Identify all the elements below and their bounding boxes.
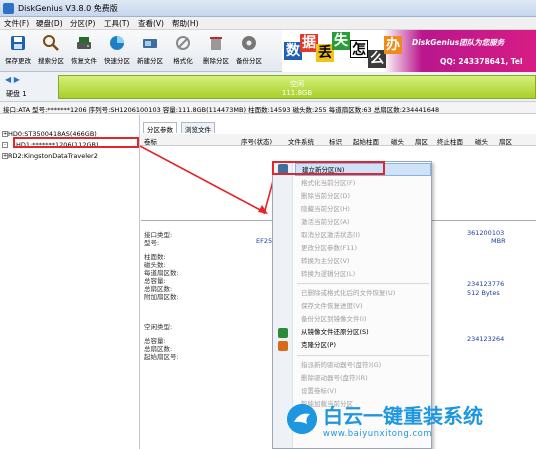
menu-item-deactivate[interactable]: 取消分区激活状态(I) bbox=[295, 229, 431, 242]
menu-item-restore-image[interactable]: 从镜像文件还原分区(S) bbox=[295, 326, 431, 339]
menu-item-label: 已删除或格式化后的文件恢复(U) bbox=[301, 289, 396, 297]
menu-item-hide[interactable]: 隐藏当前分区(H) bbox=[295, 203, 431, 216]
watermark-title: 白云一键重装系统 bbox=[323, 404, 483, 428]
restore-icon bbox=[278, 328, 288, 338]
annotation-arrow-line bbox=[139, 145, 265, 213]
menu-item-delete[interactable]: 删除当前分区(D) bbox=[295, 190, 431, 203]
site-watermark: 白云一键重装系统 www.baiyunxitong.com bbox=[283, 398, 536, 449]
menu-item-label: 保存文件恢复进度(V) bbox=[301, 302, 363, 310]
menu-item-label: 隐藏当前分区(H) bbox=[301, 205, 350, 213]
menu-item-label: 备份分区到镜像文件(I) bbox=[301, 315, 367, 323]
menu-separator bbox=[297, 355, 429, 356]
menu-item-label: 删除当前分区(D) bbox=[301, 192, 351, 200]
menu-item-activate[interactable]: 激活当前分区(A) bbox=[295, 216, 431, 229]
menu-item-label: 格式化当前分区(F) bbox=[301, 179, 356, 187]
menu-item-label: 转换为逻辑分区(L) bbox=[301, 270, 356, 278]
menu-item-backup-image[interactable]: 备份分区到镜像文件(I) bbox=[295, 313, 431, 326]
menu-item-label: 克隆分区(P) bbox=[301, 341, 336, 349]
menu-separator bbox=[297, 283, 429, 284]
menu-item-clone[interactable]: 克隆分区(P) bbox=[295, 339, 431, 352]
menu-item-to-logical[interactable]: 转换为逻辑分区(L) bbox=[295, 268, 431, 281]
menu-item-assign-letter[interactable]: 指派新的驱动器号(盘符)(G) bbox=[295, 359, 431, 372]
menu-item-to-primary[interactable]: 转换为主分区(V) bbox=[295, 255, 431, 268]
menu-item-set-label[interactable]: 设置卷标(V) bbox=[295, 385, 431, 398]
menu-item-label: 转换为主分区(V) bbox=[301, 257, 350, 265]
menu-item-label: 更改分区参数(F11) bbox=[301, 244, 358, 252]
menu-item-label: 取消分区激活状态(I) bbox=[301, 231, 360, 239]
menu-item-label: 指派新的驱动器号(盘符)(G) bbox=[301, 361, 382, 369]
menu-item-format[interactable]: 格式化当前分区(F) bbox=[295, 177, 431, 190]
menu-item-label: 激活当前分区(A) bbox=[301, 218, 350, 226]
new-partition-highlight-box bbox=[272, 161, 385, 175]
clone-icon bbox=[278, 341, 288, 351]
menu-item-remove-letter[interactable]: 删除驱动器号(盘符)(R) bbox=[295, 372, 431, 385]
menu-item-save-progress[interactable]: 保存文件恢复进度(V) bbox=[295, 300, 431, 313]
menu-item-recover-deleted[interactable]: 已删除或格式化后的文件恢复(U) bbox=[295, 287, 431, 300]
watermark-url: www.baiyunxitong.com bbox=[323, 429, 433, 439]
menu-item-label: 删除驱动器号(盘符)(R) bbox=[301, 374, 368, 382]
menu-item-label: 设置卷标(V) bbox=[301, 387, 337, 395]
bird-logo-icon bbox=[287, 404, 317, 434]
annotation-arrows bbox=[139, 145, 280, 215]
menu-item-label: 从镜像文件还原分区(S) bbox=[301, 328, 369, 336]
menu-item-change-params[interactable]: 更改分区参数(F11) bbox=[295, 242, 431, 255]
